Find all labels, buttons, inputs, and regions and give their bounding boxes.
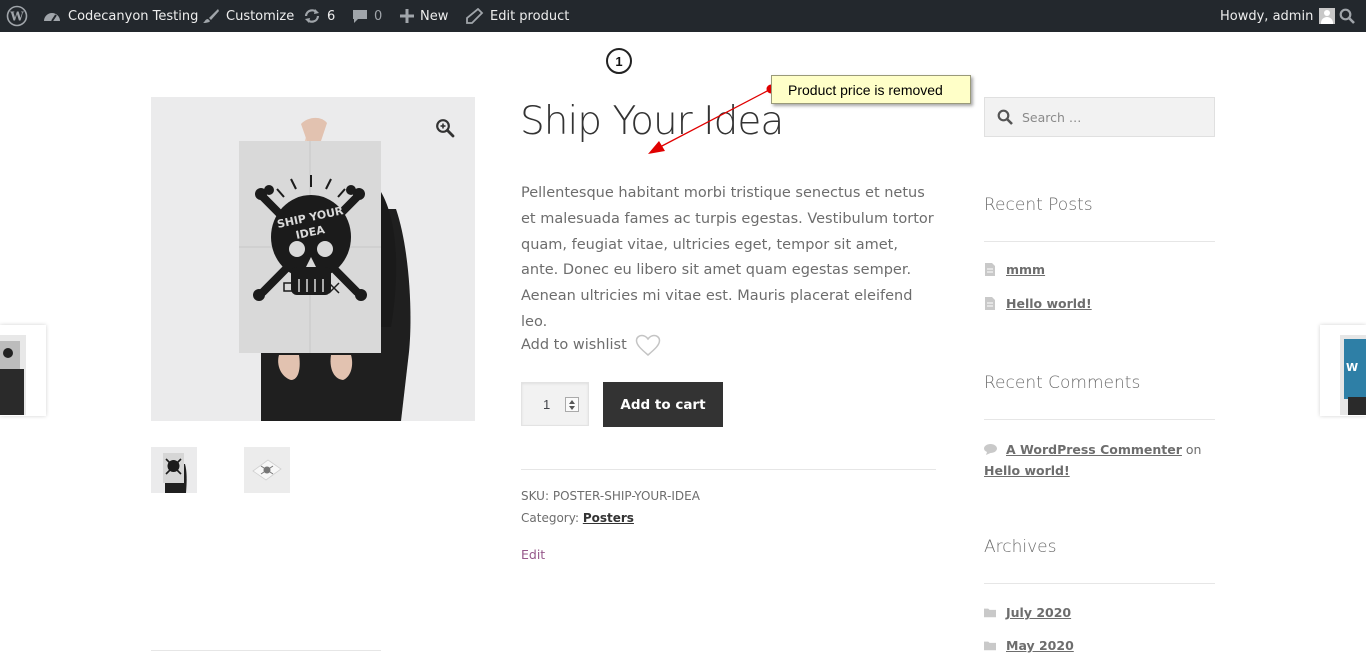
folder-icon [984, 607, 996, 618]
comment-post-link[interactable]: Hello world! [984, 463, 1070, 478]
meta-divider [521, 469, 936, 470]
category-label: Category: [521, 511, 579, 525]
brush-icon [202, 8, 220, 24]
quantity-stepper[interactable]: 1 [521, 382, 589, 426]
section-divider [151, 650, 381, 651]
edit-link[interactable]: Edit [521, 547, 545, 562]
customize-link[interactable]: Customize [202, 0, 294, 32]
next-product-nav[interactable]: W [1320, 325, 1366, 416]
search-field[interactable]: Search … [984, 97, 1215, 137]
archive-link[interactable]: July 2020 [1006, 605, 1071, 620]
archive-link[interactable]: May 2020 [1006, 638, 1074, 653]
pencil-icon [466, 8, 484, 24]
zoom-icon[interactable] [435, 118, 455, 138]
folder-icon [984, 640, 996, 651]
comment-author-link[interactable]: A WordPress Commenter [1006, 442, 1182, 457]
updates-count: 6 [327, 8, 336, 24]
sku-line: SKU: POSTER-SHIP-YOUR-IDEA [521, 489, 700, 503]
quantity-spinner[interactable] [565, 397, 579, 412]
category-link[interactable]: Posters [583, 511, 634, 525]
wishlist-label: Add to wishlist [521, 337, 627, 353]
dashboard-icon [42, 8, 62, 24]
quantity-value: 1 [543, 397, 551, 412]
avatar [1319, 8, 1336, 24]
howdy-label: Howdy, admin [1220, 8, 1314, 24]
next-product-thumbnail: W [1320, 325, 1366, 416]
step-number-badge: 1 [606, 48, 632, 74]
site-name-menu[interactable]: Codecanyon Testing [42, 0, 198, 32]
add-to-wishlist[interactable]: Add to wishlist [521, 334, 661, 356]
admin-search[interactable] [1339, 0, 1355, 32]
edit-product-label: Edit product [490, 8, 570, 24]
gallery-thumbnail[interactable] [151, 447, 197, 493]
add-to-cart-button[interactable]: Add to cart [603, 382, 723, 427]
admin-search-icon [1339, 8, 1355, 24]
account-menu[interactable]: Howdy, admin [1220, 0, 1336, 32]
new-label: New [420, 8, 449, 24]
search-icon [997, 109, 1013, 125]
archive-item[interactable]: May 2020 [984, 638, 1074, 653]
document-icon [984, 263, 996, 276]
spin-up-icon[interactable] [569, 400, 575, 404]
speech-bubble-icon [984, 441, 997, 461]
comment-icon [352, 8, 368, 24]
sku-value: POSTER-SHIP-YOUR-IDEA [552, 489, 700, 503]
updates-icon [303, 8, 321, 24]
archives-title: Archives [984, 537, 1057, 557]
poster-illustration: SHIP YOUR IDEA [151, 97, 475, 421]
edit-product-link[interactable]: Edit product [466, 0, 569, 32]
product-title: Ship Your Idea [520, 99, 784, 144]
product-description: Pellentesque habitant morbi tristique se… [521, 185, 934, 330]
svg-text:W: W [9, 10, 24, 24]
thumbnail-poster-flat [244, 447, 290, 493]
search-placeholder: Search … [1022, 109, 1082, 125]
spin-down-icon[interactable] [569, 406, 575, 410]
recent-post-item[interactable]: Hello world! [984, 296, 1092, 311]
document-icon [984, 297, 996, 310]
annotation-callout: Product price is removed [771, 75, 971, 104]
thumbnail-poster-front [151, 447, 197, 493]
updates-link[interactable]: 6 [303, 0, 335, 32]
admin-bar: W Codecanyon Testing Customize 6 0 New E… [0, 0, 1366, 32]
widget-divider [984, 241, 1215, 242]
previous-product-nav[interactable] [0, 325, 46, 416]
recent-comment-item: A WordPress Commenter on Hello world! [984, 440, 1219, 481]
comments-count: 0 [374, 8, 383, 24]
site-name: Codecanyon Testing [68, 8, 199, 24]
wordpress-menu[interactable]: W [6, 0, 34, 32]
heart-icon [635, 334, 661, 356]
recent-post-item[interactable]: mmm [984, 262, 1045, 277]
category-line: Category: Posters [521, 511, 634, 525]
sku-label: SKU: [521, 489, 549, 503]
new-content-menu[interactable]: New [400, 0, 448, 32]
recent-post-link[interactable]: mmm [1006, 262, 1045, 277]
customize-label: Customize [226, 8, 295, 24]
previous-product-thumbnail [0, 325, 46, 416]
plus-icon [400, 9, 414, 23]
svg-text:W: W [1346, 361, 1358, 374]
comments-link[interactable]: 0 [352, 0, 382, 32]
product-main-image[interactable]: SHIP YOUR IDEA [151, 97, 475, 421]
widget-divider [984, 419, 1215, 420]
recent-post-link[interactable]: Hello world! [1006, 296, 1092, 311]
recent-comments-title: Recent Comments [984, 373, 1141, 393]
comment-on-text: on [1185, 442, 1202, 457]
wordpress-icon: W [6, 5, 28, 27]
widget-divider [984, 583, 1215, 584]
gallery-thumbnail[interactable] [244, 447, 290, 493]
recent-posts-title: Recent Posts [984, 195, 1093, 215]
archive-item[interactable]: July 2020 [984, 605, 1071, 620]
